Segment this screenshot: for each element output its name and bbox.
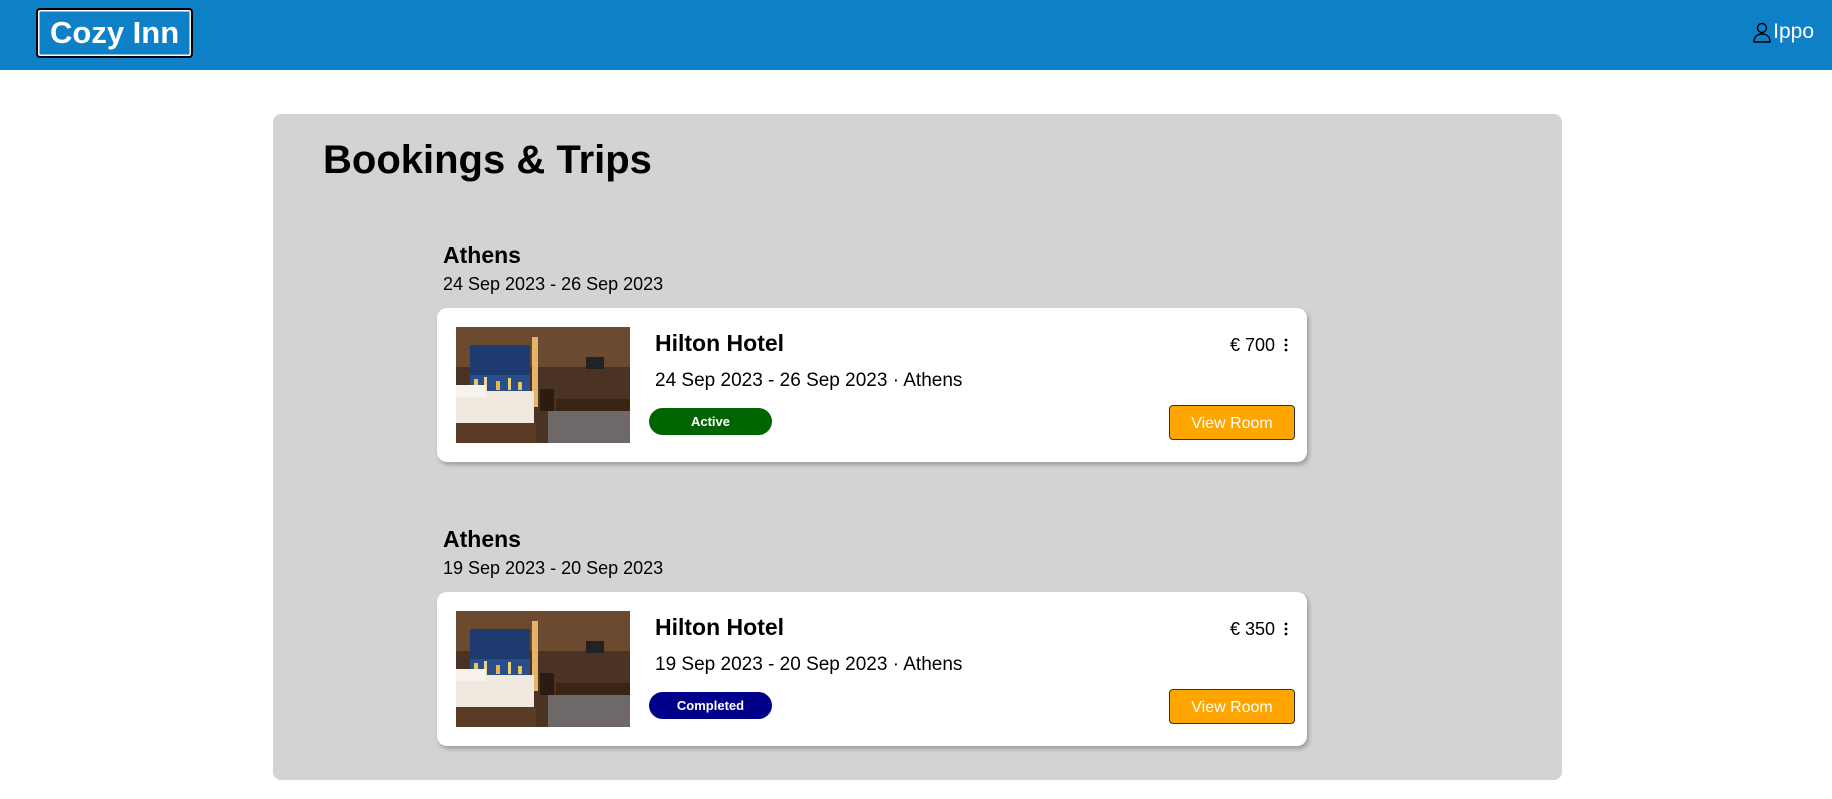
hotel-room-photo[interactable] bbox=[456, 327, 630, 443]
user-menu[interactable]: Ippo bbox=[1752, 20, 1814, 44]
booking-price: € 700 bbox=[1229, 335, 1275, 355]
booking-card[interactable]: Hilton Hotel 19 Sep 2023 - 20 Sep 2023 ·… bbox=[437, 592, 1307, 746]
booking-meta: 19 Sep 2023 - 20 Sep 2023 · Athens bbox=[655, 654, 963, 675]
trip-dates: 19 Sep 2023 - 20 Sep 2023 bbox=[443, 558, 664, 578]
page-title: Bookings & Trips bbox=[323, 138, 652, 182]
booking-meta: 24 Sep 2023 - 26 Sep 2023 · Athens bbox=[655, 370, 963, 391]
view-room-button[interactable]: View Room bbox=[1169, 405, 1295, 440]
more-options-icon[interactable] bbox=[1283, 337, 1289, 353]
hotel-name: Hilton Hotel bbox=[655, 614, 785, 640]
hotel-room-photo[interactable] bbox=[456, 611, 630, 727]
user-name: Ippo bbox=[1773, 20, 1814, 43]
person-icon bbox=[1753, 22, 1771, 43]
trip-city: Athens bbox=[443, 242, 521, 268]
hotel-name: Hilton Hotel bbox=[655, 330, 785, 356]
trip-city: Athens bbox=[443, 526, 521, 552]
status-badge: Active bbox=[649, 408, 772, 435]
top-navbar: Cozy Inn Ippo bbox=[0, 0, 1832, 70]
trip-dates: 24 Sep 2023 - 26 Sep 2023 bbox=[443, 274, 664, 294]
booking-price: € 350 bbox=[1229, 619, 1275, 639]
booking-card[interactable]: Hilton Hotel 24 Sep 2023 - 26 Sep 2023 ·… bbox=[437, 308, 1307, 462]
status-badge: Completed bbox=[649, 692, 772, 719]
view-room-button[interactable]: View Room bbox=[1169, 689, 1295, 724]
bookings-panel: Bookings & Trips Athens 24 Sep 2023 - 26… bbox=[273, 114, 1562, 780]
more-options-icon[interactable] bbox=[1283, 621, 1289, 637]
logo[interactable]: Cozy Inn bbox=[36, 8, 194, 58]
